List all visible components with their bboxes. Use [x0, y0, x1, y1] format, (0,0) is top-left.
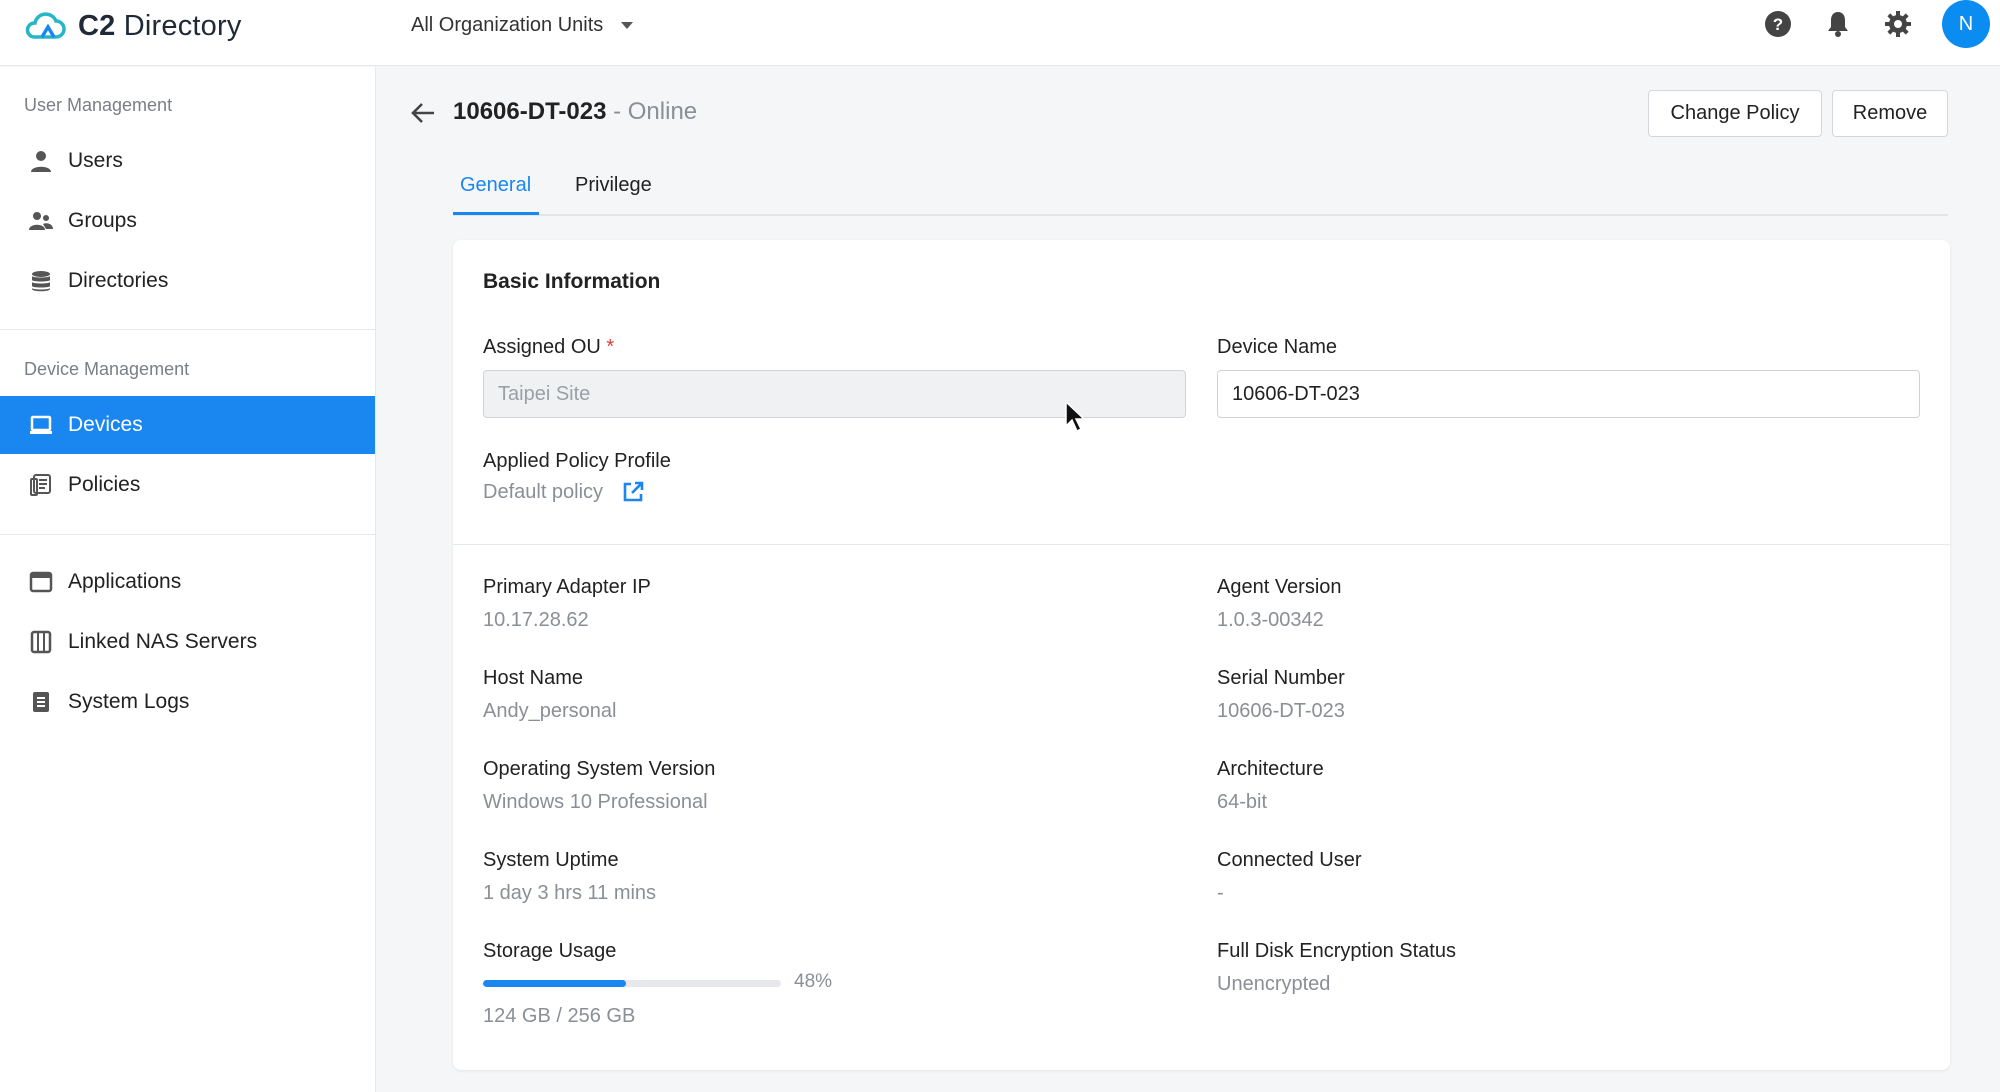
- sidebar-item-groups[interactable]: Groups: [0, 192, 375, 250]
- sidebar-item-users[interactable]: Users: [0, 132, 375, 190]
- app-logo[interactable]: C2 Directory: [22, 6, 242, 46]
- settings-gear-icon[interactable]: [1882, 8, 1914, 40]
- nas-icon: [28, 629, 54, 655]
- agent-version-value: 1.0.3-00342: [1217, 609, 1324, 631]
- laptop-icon: [28, 412, 54, 438]
- system-uptime-label: System Uptime: [483, 849, 619, 871]
- page-title: 10606-DT-023 - Online: [453, 98, 697, 126]
- database-icon: [28, 268, 54, 294]
- system-uptime-value: 1 day 3 hrs 11 mins: [483, 882, 657, 904]
- sidebar-item-label: Policies: [68, 473, 141, 496]
- assigned-ou-input: [483, 370, 1186, 418]
- back-arrow-icon[interactable]: [410, 100, 436, 126]
- device-title: 10606-DT-023: [453, 98, 607, 125]
- sidebar-item-label: Applications: [68, 570, 182, 593]
- org-unit-select[interactable]: All Organization Units: [411, 10, 634, 40]
- notification-bell-icon[interactable]: [1822, 8, 1854, 40]
- policy-icon: [28, 472, 54, 498]
- org-unit-label: All Organization Units: [411, 13, 604, 36]
- connected-user-label: Connected User: [1217, 849, 1362, 871]
- card-divider: [453, 544, 1950, 545]
- help-icon[interactable]: ?: [1762, 8, 1794, 40]
- user-avatar[interactable]: N: [1942, 0, 1990, 48]
- sidebar-item-label: Groups: [68, 209, 137, 232]
- encryption-status-value: Unencrypted: [1217, 973, 1331, 995]
- encryption-status-label: Full Disk Encryption Status: [1217, 940, 1456, 962]
- storage-percent: 48%: [794, 971, 833, 992]
- svg-text:?: ?: [1773, 15, 1783, 34]
- caret-down-icon: [621, 21, 634, 29]
- host-name-value: Andy_personal: [483, 700, 617, 722]
- section-title-basic-information: Basic Information: [483, 270, 661, 293]
- device-name-label: Device Name: [1217, 336, 1338, 358]
- os-version-value: Windows 10 Professional: [483, 791, 708, 813]
- window-icon: [28, 569, 54, 595]
- basic-information-card: Basic Information Assigned OU * Device N…: [453, 240, 1950, 1070]
- storage-usage-value: 124 GB / 256 GB: [483, 1005, 636, 1027]
- sidebar-item-policies[interactable]: Policies: [0, 456, 375, 514]
- sidebar-item-devices[interactable]: Devices: [0, 396, 375, 454]
- os-version-label: Operating System Version: [483, 758, 716, 780]
- storage-usage-label: Storage Usage: [483, 940, 617, 962]
- sidebar-item-label: Devices: [68, 413, 143, 436]
- device-name-input[interactable]: [1217, 370, 1920, 418]
- sidebar-item-label: Users: [68, 149, 123, 172]
- sidebar-item-label: Linked NAS Servers: [68, 630, 258, 653]
- sidebar-item-system-logs[interactable]: System Logs: [0, 673, 375, 731]
- sidebar-item-directories[interactable]: Directories: [0, 252, 375, 310]
- groups-icon: [28, 208, 54, 234]
- user-icon: [28, 148, 54, 174]
- sidebar-divider: [0, 329, 375, 330]
- serial-number-value: 10606-DT-023: [1217, 700, 1345, 722]
- app-title: C2 Directory: [78, 9, 242, 42]
- remove-button[interactable]: Remove: [1832, 90, 1948, 137]
- connected-user-value: -: [1217, 882, 1224, 904]
- section-title-device-management: Device Management: [24, 359, 190, 379]
- sidebar-divider: [0, 534, 375, 535]
- active-tab-indicator: [453, 212, 539, 215]
- sidebar-item-label: Directories: [68, 269, 169, 292]
- architecture-label: Architecture: [1217, 758, 1324, 780]
- primary-ip-value: 10.17.28.62: [483, 609, 589, 631]
- tab-privilege[interactable]: Privilege: [575, 174, 652, 197]
- storage-progress-fill: [483, 980, 627, 987]
- applied-policy-label: Applied Policy Profile: [483, 450, 671, 472]
- storage-progress-bar: [483, 980, 781, 987]
- top-bar: C2 Directory All Organization Units ? N: [0, 0, 2000, 66]
- external-link-icon[interactable]: [621, 480, 645, 504]
- tab-general[interactable]: General: [460, 174, 531, 197]
- policy-name: Default policy: [483, 480, 604, 503]
- assigned-ou-label: Assigned OU *: [483, 336, 615, 358]
- top-actions: ? N: [1762, 0, 2000, 48]
- primary-ip-label: Primary Adapter IP: [483, 576, 651, 598]
- logs-icon: [28, 689, 54, 715]
- host-name-label: Host Name: [483, 667, 584, 689]
- sidebar-item-linked-nas[interactable]: Linked NAS Servers: [0, 613, 375, 671]
- device-status: - Online: [606, 98, 698, 125]
- architecture-value: 64-bit: [1217, 791, 1268, 813]
- cloud-logo-icon: [25, 12, 66, 39]
- sidebar-item-label: System Logs: [68, 690, 190, 713]
- agent-version-label: Agent Version: [1217, 576, 1342, 598]
- tab-bar: General Privilege: [453, 160, 1948, 216]
- section-title-user-management: User Management: [24, 95, 173, 115]
- sidebar-item-applications[interactable]: Applications: [0, 553, 375, 611]
- serial-number-label: Serial Number: [1217, 667, 1345, 689]
- applied-policy-value: Default policy: [483, 480, 645, 504]
- required-mark: *: [600, 336, 615, 358]
- change-policy-button[interactable]: Change Policy: [1648, 90, 1822, 137]
- sidebar: User Management Users Groups Directories…: [0, 67, 376, 1092]
